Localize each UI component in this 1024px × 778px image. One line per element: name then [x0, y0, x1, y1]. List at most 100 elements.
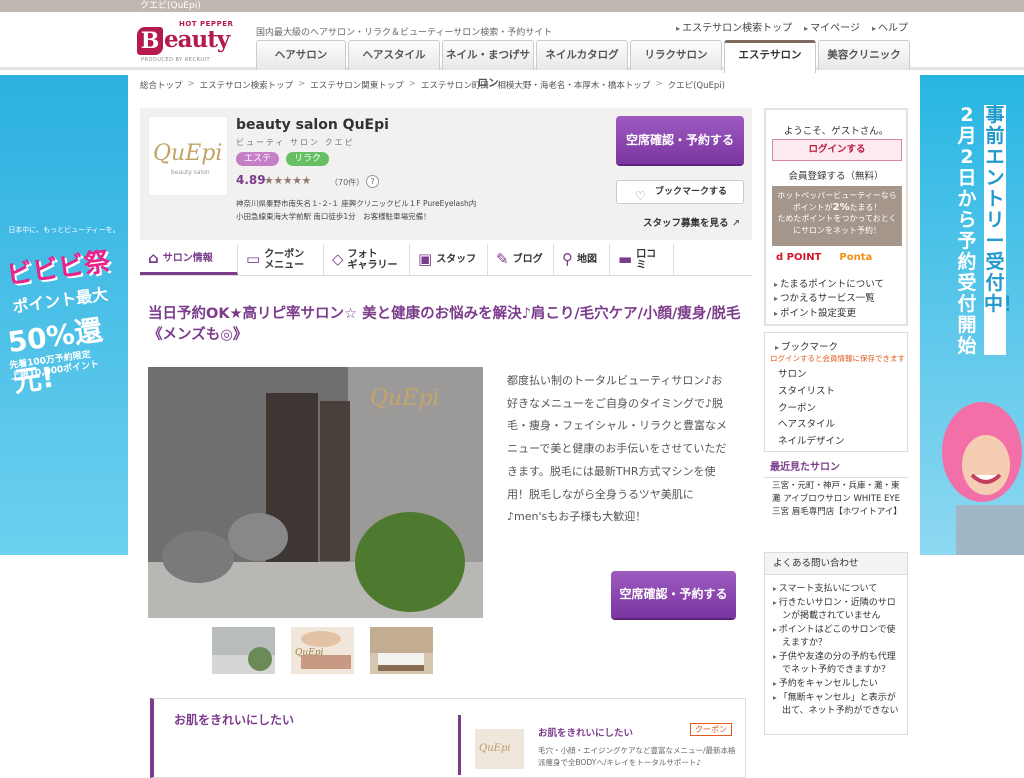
faq-box: よくある問い合わせ スマート支払いについて 行きたいサロン・近隣のサロンが掲載さ…: [764, 552, 908, 735]
dpoint-logo: d POINT: [776, 252, 822, 263]
register-link[interactable]: 会員登録する（無料）: [766, 168, 906, 182]
faq-item[interactable]: スマート支払いについて: [773, 582, 899, 596]
topbar-title: クエピ(QuEpi): [140, 1, 201, 11]
crumb-esthe-top[interactable]: エステサロン検索トップ: [200, 79, 294, 91]
salon-kana: ビューティ サロン クエピ: [236, 138, 355, 147]
topbar: クエピ(QuEpi): [0, 0, 1024, 12]
global-nav: ヘアサロン ヘアスタイル ネイル・まつげサロン ネイルカタログ リラクサロン エ…: [256, 40, 910, 89]
points-links: たまるポイントについて つかえるサービス一覧 ポイント設定変更: [774, 278, 884, 321]
link-mypage[interactable]: マイページ: [804, 19, 860, 34]
review-count[interactable]: （70件）: [330, 177, 364, 188]
thumbnail-3[interactable]: [370, 627, 433, 674]
crumb-area[interactable]: エステサロン町田・相模大野・海老名・本厚木・橋本トップ: [421, 79, 651, 91]
tab-nail-catalog[interactable]: ネイルカタログ: [536, 40, 628, 70]
bookmark-stylist[interactable]: スタイリスト: [778, 384, 845, 401]
campaign-banner-left[interactable]: 日本中に、もっとビューティーを。 ビビビ祭 ポイント最大 50%還元! 先着10…: [0, 75, 128, 555]
hotpepper-beauty-logo[interactable]: HOT PEPPER B eauty PRODUCED BY RECRUIT: [137, 20, 237, 68]
genre-tag-esthe: エステ: [236, 152, 280, 166]
genre-tag-relax: リラク: [286, 152, 330, 166]
heart-icon: ♡: [635, 189, 646, 203]
link-points-about[interactable]: たまるポイントについて: [774, 278, 884, 292]
logo-b: B: [137, 27, 163, 55]
thumbnail-2[interactable]: QuEpi: [291, 627, 354, 674]
salon-subnav: ⌂ サロン情報 ▭ クーポン メニュー ◇ フォト ギャラリー ▣ スタッフ ✎ ブログ …: [140, 244, 752, 276]
photo-icon: ◇: [332, 250, 344, 268]
tab-blog[interactable]: ✎ ブログ: [488, 244, 554, 275]
bookmark-box: ブックマーク ログインすると会員情報に保存できます サロン スタイリスト クーポ…: [764, 332, 908, 452]
staff-icon: ▣: [418, 250, 433, 268]
help-icon[interactable]: ?: [366, 175, 379, 188]
link-points-settings[interactable]: ポイント設定変更: [774, 307, 884, 321]
salon-interior-photo[interactable]: QuEpi: [148, 367, 483, 618]
speech-bubble-icon: ▬: [618, 250, 633, 268]
feature-card-desc: 毛穴・小顔・エイジングケアなど豊富なメニュー/最新本格派痩身で全BODYへ/キレ…: [538, 746, 736, 767]
logo-eauty: eauty: [164, 26, 230, 53]
points-banner[interactable]: ホットペッパービューティーなら ポイントが2%たまる！ ためたポイントをつかって…: [772, 186, 902, 246]
coupon-badge: クーポン: [690, 723, 732, 736]
point-logos: d POINT Ponta: [776, 252, 872, 263]
reserve-button[interactable]: 空席確認・予約する: [616, 116, 744, 164]
header: HOT PEPPER B eauty PRODUCED BY RECRUIT 国…: [0, 12, 1024, 89]
faq-title: よくある問い合わせ: [765, 553, 907, 575]
bookmark-note: ログインすると会員情報に保存できます: [770, 354, 905, 363]
tab-hair-style[interactable]: ヘアスタイル: [348, 40, 440, 70]
tab-beauty-clinic[interactable]: 美容クリニック: [818, 40, 910, 70]
salon-logo: QuEpi beauty salon: [148, 116, 228, 196]
faq-list: スマート支払いについて 行きたいサロン・近隣のサロンが掲載されていません ポイン…: [765, 575, 907, 718]
crumb-top[interactable]: 総合トップ: [140, 79, 183, 91]
faq-item[interactable]: 「無断キャンセル」と表示が出て、ネット予約ができない: [773, 691, 899, 718]
map-pin-icon: ⚲: [562, 250, 573, 268]
link-services[interactable]: つかえるサービス一覧: [774, 292, 884, 306]
photo-thumbnails: QuEpi: [212, 627, 433, 674]
home-icon: ⌂: [148, 248, 159, 267]
recent-title: 最近見たサロン: [770, 462, 840, 473]
feature-card-title[interactable]: お肌をきれいにしたい: [538, 725, 633, 739]
model-photo: [942, 402, 1024, 555]
tab-reviews[interactable]: ▬ 口コミ: [610, 244, 674, 275]
tab-relax-salon[interactable]: リラクサロン: [630, 40, 722, 70]
campaign-banner-right[interactable]: 事前エントリー受付中！ 2月2日から予約受付開始: [920, 75, 1024, 555]
tab-map[interactable]: ⚲ 地図: [554, 244, 610, 275]
crumb-kanto[interactable]: エステサロン関東トップ: [310, 79, 404, 91]
link-help[interactable]: ヘルプ: [872, 19, 908, 34]
salon-header-card: QuEpi beauty salon beauty salon QuEpi ビュ…: [140, 108, 752, 240]
tab-coupon-menu[interactable]: ▭ クーポン メニュー: [238, 244, 324, 275]
link-esthe-top[interactable]: エステサロン検索トップ: [676, 19, 792, 34]
tab-esthe-salon[interactable]: エステサロン: [724, 40, 816, 73]
salon-headline: 当日予約OK★高リピ率サロン☆ 美と健康のお悩みを解決♪肩こり/毛穴ケア/小顔/…: [148, 306, 741, 343]
bookmark-salon[interactable]: サロン: [778, 367, 845, 384]
staff-recruit-link[interactable]: スタッフ募集を見る: [643, 215, 740, 229]
faq-item[interactable]: ポイントはどこのサロンで使えますか？: [773, 623, 899, 650]
header-links: エステサロン検索トップ マイページ ヘルプ: [676, 19, 908, 34]
login-box: ようこそ、ゲストさん。 ログインする 会員登録する（無料） ホットペッパービュー…: [764, 108, 908, 326]
coupon-icon: ▭: [246, 250, 261, 268]
bookmark-list: サロン スタイリスト クーポン ヘアスタイル ネイルデザイン: [778, 367, 845, 451]
bookmark-coupon[interactable]: クーポン: [778, 401, 845, 418]
login-button[interactable]: ログインする: [772, 139, 902, 161]
bookmark-hairstyle[interactable]: ヘアスタイル: [778, 417, 845, 434]
tab-photo-gallery[interactable]: ◇ フォト ギャラリー: [324, 244, 410, 275]
banner-right-entry: 事前エントリー受付中！: [984, 105, 1022, 355]
banner-right-date: 2月2日から予約受付開始: [957, 104, 977, 357]
logo-produced: PRODUCED BY RECRUIT: [141, 57, 211, 63]
faq-item[interactable]: 行きたいサロン・近隣のサロンが掲載されていません: [773, 596, 899, 623]
reserve-button-secondary[interactable]: 空席確認・予約する: [611, 571, 736, 618]
breadcrumb: 総合トップ > エステサロン検索トップ > エステサロン関東トップ > エステサロン町…: [140, 79, 725, 91]
tab-nail-eyelash-salon[interactable]: ネイル・まつげサロン: [442, 40, 534, 89]
salon-description: 都度払い制のトータルビューティサロン♪お好きなメニューをご自身のタイミングで♪脱…: [507, 374, 727, 524]
welcome-text: ようこそ、ゲストさん。: [783, 126, 889, 137]
faq-item[interactable]: 予約をキャンセルしたい: [773, 677, 899, 691]
tab-hair-salon[interactable]: ヘアサロン: [256, 40, 346, 70]
svg-text:QuEpi: QuEpi: [295, 648, 324, 658]
bookmark-title[interactable]: ブックマーク: [775, 339, 838, 353]
bookmark-nail[interactable]: ネイルデザイン: [778, 434, 845, 451]
recent-salon-link[interactable]: 三宮・元町・神戸・兵庫・灘・東灘 アイブロウサロン WHITE EYE 三宮 眉…: [764, 477, 908, 521]
tab-staff[interactable]: ▣ スタッフ: [410, 244, 488, 275]
faq-item[interactable]: 子供や友達の分の予約も代理でネット予約できますか？: [773, 650, 899, 677]
salon-name: beauty salon QuEpi: [236, 117, 389, 133]
feature-image[interactable]: QuEpi: [475, 729, 524, 769]
bookmark-button[interactable]: ♡ ブックマークする: [616, 180, 744, 204]
tab-salon-info[interactable]: ⌂ サロン情報: [140, 244, 238, 275]
thumbnail-1[interactable]: [212, 627, 275, 674]
ponta-logo: Ponta: [839, 252, 873, 263]
